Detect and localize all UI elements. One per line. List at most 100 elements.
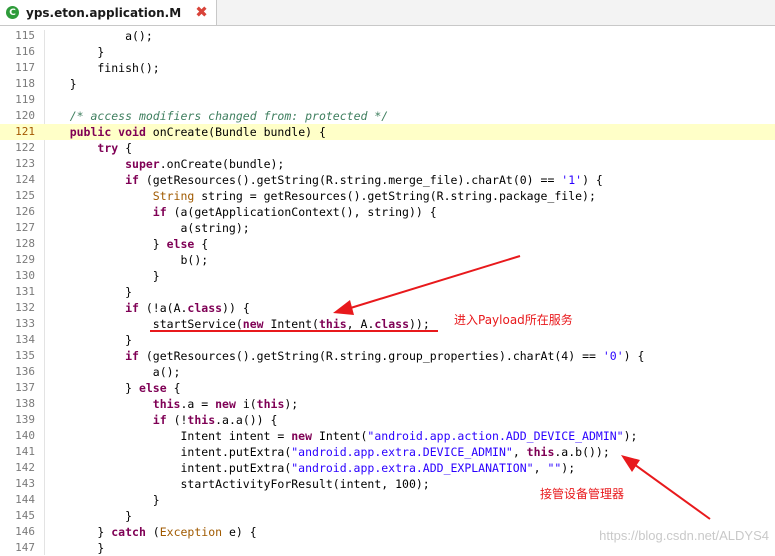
code-token: startService( [42,317,243,331]
code-token: super [125,157,160,171]
line-number: 132 [15,301,35,314]
code-text: startService(new Intent(this, A.class)); [42,316,430,332]
code-line[interactable]: 138 this.a = new i(this); [0,396,775,412]
code-line[interactable]: 115 a(); [0,28,775,44]
code-line[interactable]: 145 } [0,508,775,524]
code-line[interactable]: 118 } [0,76,775,92]
line-number: 141 [15,445,35,458]
code-token: "android.app.action.ADD_DEVICE_ADMIN" [367,429,624,443]
code-text: /* access modifiers changed from: protec… [42,108,389,124]
line-number: 136 [15,365,35,378]
code-token: a(string); [42,221,250,235]
code-text: } [42,268,160,284]
line-number: 145 [15,509,35,522]
code-text: } else { [42,236,208,252]
code-token: try [97,141,119,155]
code-line[interactable]: 143 startActivityForResult(intent, 100); [0,476,775,492]
code-token: } [42,285,133,299]
code-token: .a = [180,397,216,411]
code-token: , [533,461,548,475]
code-text: public void onCreate(Bundle bundle) { [42,124,326,140]
code-line[interactable]: 137 } else { [0,380,775,396]
code-line[interactable]: 125 String string = getResources().getSt… [0,188,775,204]
code-line[interactable]: 128 } else { [0,236,775,252]
code-token: e) { [222,525,257,539]
code-editor[interactable]: 115 a(); 116 } 117 finish(); 118 } 119 120 /*… [0,28,775,556]
code-line[interactable]: 142 intent.putExtra("android.app.extra.A… [0,460,775,476]
code-token: a(); [42,29,153,43]
code-line[interactable]: 139 if (!this.a.a()) { [0,412,775,428]
line-number: 147 [15,541,35,554]
line-number: 137 [15,381,35,394]
code-token: new [215,397,236,411]
code-token: Intent intent = [42,429,292,443]
code-line[interactable]: 140 Intent intent = new Intent("android.… [0,428,775,444]
line-number: 115 [15,29,35,42]
line-number: 121 [15,125,35,138]
code-token: } [42,541,105,555]
code-line[interactable]: 120 /* access modifiers changed from: pr… [0,108,775,124]
code-line[interactable]: 123 super.onCreate(bundle); [0,156,775,172]
code-line[interactable]: 133 startService(new Intent(this, A.clas… [0,316,775,332]
code-token: { [118,141,133,155]
code-token: "android.app.extra.ADD_EXPLANATION" [291,461,534,475]
line-number: 124 [15,173,35,186]
code-token: intent.putExtra( [42,461,292,475]
code-token: new [291,429,313,443]
code-text: } [42,540,104,556]
code-token: } [42,525,112,539]
code-text: intent.putExtra("android.app.extra.ADD_E… [42,460,575,476]
code-line[interactable]: 135 if (getResources().getString(R.strin… [0,348,775,364]
code-line[interactable]: 132 if (!a(A.class)) { [0,300,775,316]
code-text: a(); [42,28,153,44]
code-line[interactable]: 144 } [0,492,775,508]
code-token: Intent( [312,429,368,443]
code-line[interactable]: 119 [0,92,775,108]
code-token: "android.app.extra.DEVICE_ADMIN" [291,445,513,459]
line-number: 120 [15,109,35,122]
code-token: this [152,397,181,411]
close-icon[interactable]: ✖ [194,5,209,20]
code-line[interactable]: 136 a(); [0,364,775,380]
code-line[interactable]: 129 b(); [0,252,775,268]
code-line[interactable]: 124 if (getResources().getString(R.strin… [0,172,775,188]
line-number: 133 [15,317,35,330]
watermark: https://blog.csdn.net/ALDYS4 [599,528,769,543]
code-token: (!a(A. [138,301,188,315]
code-text: if (!this.a.a()) { [42,412,278,428]
code-line[interactable]: 134 } [0,332,775,348]
code-token: } [42,509,133,523]
code-text: a(string); [42,220,250,236]
code-token: (getResources().getString(R.string.group… [138,349,603,363]
code-line[interactable]: 127 a(string); [0,220,775,236]
code-token: if [125,349,139,363]
code-line[interactable]: 130 } [0,268,775,284]
code-line[interactable]: 117 finish(); [0,60,775,76]
code-text: if (a(getApplicationContext(), string)) … [42,204,437,220]
code-line[interactable]: 121 public void onCreate(Bundle bundle) … [0,124,775,140]
code-token: , A. [346,317,375,331]
annotation-device-admin: 接管设备管理器 [540,487,625,501]
line-number: 119 [15,93,35,106]
code-text: this.a = new i(this); [42,396,298,412]
java-class-icon: C [6,6,19,19]
code-line[interactable]: 131 } [0,284,775,300]
line-number: 129 [15,253,35,266]
code-token: , [512,445,527,459]
code-line[interactable]: 122 try { [0,140,775,156]
code-line[interactable]: 116 } [0,44,775,60]
code-line[interactable]: 126 if (a(getApplicationContext(), strin… [0,204,775,220]
editor-tab[interactable]: C yps.eton.application.M ✖ [0,0,217,25]
code-token: public void [69,125,146,139]
code-text: Intent intent = new Intent("android.app.… [42,428,637,444]
code-text: } [42,492,160,508]
code-token: .a.b()); [554,445,610,459]
code-token: (getResources().getString(R.string.merge… [138,173,562,187]
code-line[interactable]: 141 intent.putExtra("android.app.extra.D… [0,444,775,460]
